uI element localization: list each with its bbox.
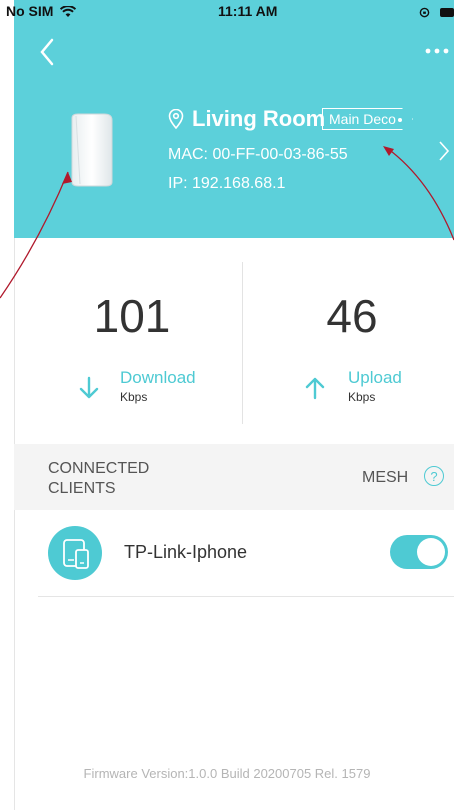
carrier-label: No SIM [6,3,54,19]
arrow-up-icon [305,377,325,400]
clock: 11:11 AM [218,3,278,19]
upload-unit: Kbps [348,390,376,404]
battery-icon [440,7,454,17]
location-pin-icon [168,109,184,129]
more-dots-icon [425,48,449,54]
stats-divider [242,262,243,424]
upload-stat: 46 [252,290,452,342]
arrow-down-icon [79,376,99,399]
connected-clients-title: CONNECTED CLIENTS [48,460,150,497]
upload-label: Upload [348,368,402,387]
upload-value: 46 [326,290,378,342]
main-deco-label: Main Deco [329,111,396,127]
firmware-version: Firmware Version:1.0.0 Build 20200705 Re… [83,766,371,781]
chevron-right-icon[interactable] [438,140,450,162]
download-stat: 101 [32,290,232,342]
download-label: Download [120,368,196,387]
ip-address: IP: 192.168.68.1 [168,175,286,192]
download-value: 101 [93,290,171,342]
client-row[interactable]: TP-Link-Iphone [14,510,454,598]
main-deco-badge: Main Deco [322,108,413,130]
help-icon[interactable]: ? [424,466,444,486]
row-divider [38,596,454,597]
mac-address: MAC: 00-FF-00-03-86-55 [168,146,348,163]
client-avatar [48,526,102,580]
orientation-lock-icon [419,7,430,18]
client-toggle[interactable] [390,535,448,569]
deco-device-image [71,113,113,187]
more-options-button[interactable] [424,40,454,60]
badge-dot [397,118,402,123]
status-icons [419,3,454,19]
devices-icon [63,539,89,569]
location-name[interactable]: Living Room [192,106,325,132]
clients-section-header: CONNECTED CLIENTS MESH ? [14,444,454,510]
mesh-label: MESH [362,469,409,486]
download-unit: Kbps [120,390,148,404]
back-icon[interactable] [36,36,56,68]
toggle-knob [417,538,445,566]
status-bar: No SIM 11:11 AM [0,0,454,20]
wifi-icon [60,5,77,18]
client-name: TP-Link-Iphone [124,542,248,562]
carrier-status: No SIM [6,3,77,19]
